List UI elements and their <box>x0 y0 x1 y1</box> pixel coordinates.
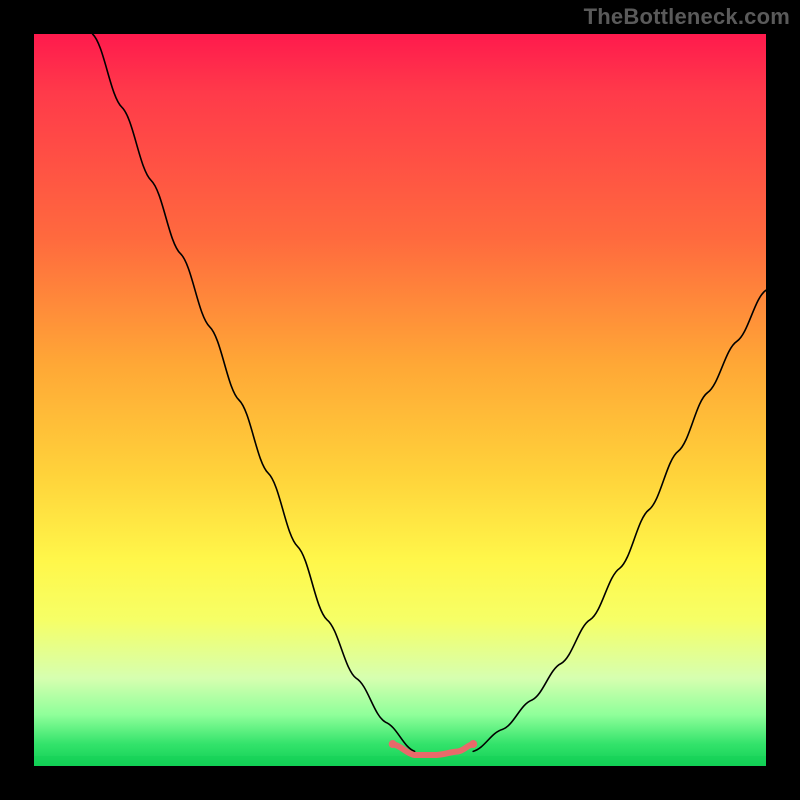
curve-right-branch <box>473 290 766 751</box>
bottleneck-curve <box>34 34 766 766</box>
attribution-label: TheBottleneck.com <box>584 4 790 30</box>
plot-area <box>34 34 766 766</box>
curve-valley-highlight <box>393 744 474 755</box>
highlight-cap-right <box>469 740 477 748</box>
chart-frame: TheBottleneck.com <box>0 0 800 800</box>
highlight-cap-left <box>389 740 397 748</box>
curve-left-branch <box>93 34 415 751</box>
